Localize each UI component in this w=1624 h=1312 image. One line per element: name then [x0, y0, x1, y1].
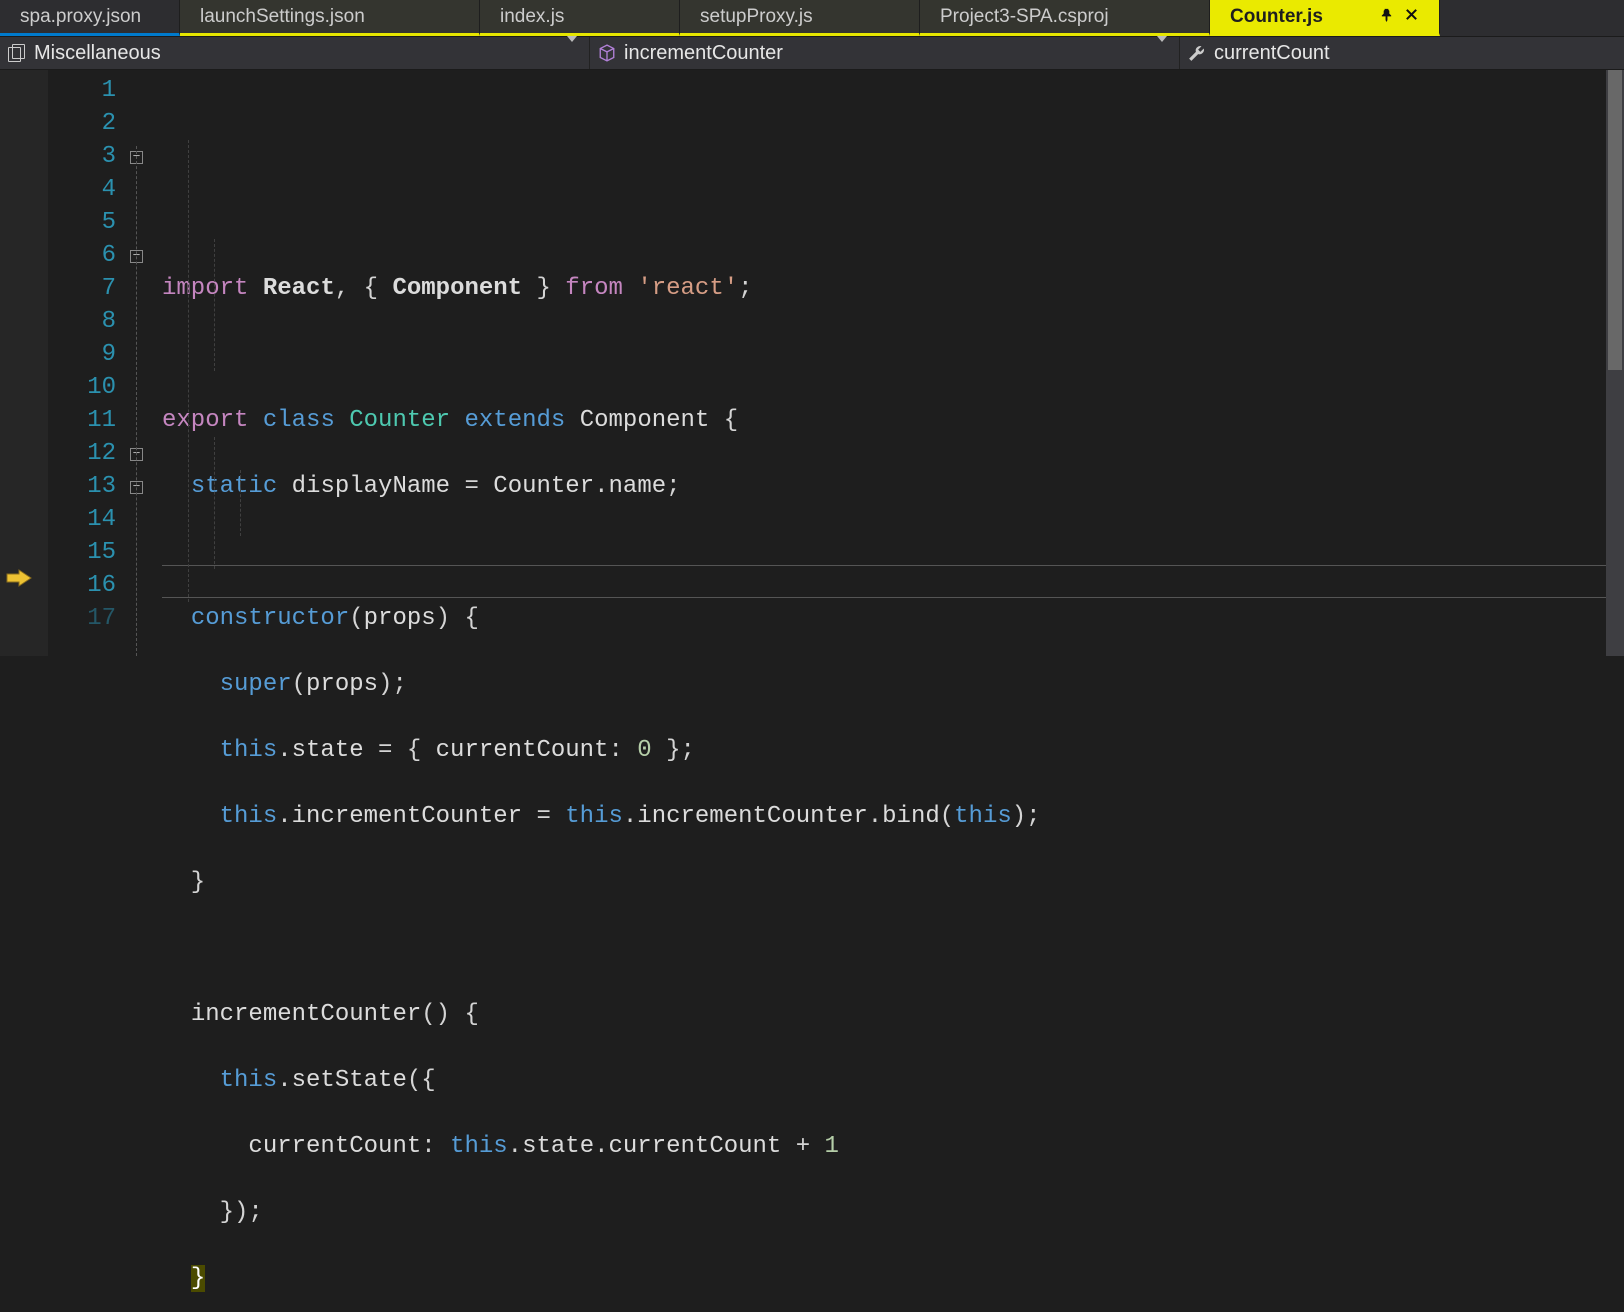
tab-counter-js[interactable]: Counter.js — [1210, 0, 1440, 36]
line-number: 6 — [48, 239, 116, 272]
line-number: 4 — [48, 173, 116, 206]
line-number: 2 — [48, 107, 116, 140]
code-editor[interactable]: 1 2 3 4 5 6 7 8 9 10 11 12 13 14 15 16 1… — [0, 70, 1624, 656]
line-number: 5 — [48, 206, 116, 239]
tab-launch-settings[interactable]: launchSettings.json — [180, 0, 480, 36]
code-line: incrementCounter() { — [162, 998, 1624, 1031]
field-label: currentCount — [1214, 42, 1330, 65]
member-label: incrementCounter — [624, 42, 783, 65]
field-dropdown[interactable]: currentCount — [1180, 37, 1624, 69]
code-line — [162, 338, 1624, 371]
glyph-margin[interactable] — [0, 70, 48, 656]
chevron-down-icon — [567, 36, 577, 64]
line-number: 1 — [48, 74, 116, 107]
code-line: } — [162, 866, 1624, 899]
code-line: import React, { Component } from 'react'… — [162, 272, 1624, 305]
code-line: currentCount: this.state.currentCount + … — [162, 1130, 1624, 1163]
code-line: export class Counter extends Component { — [162, 404, 1624, 437]
tab-bar: spa.proxy.json launchSettings.json index… — [0, 0, 1624, 36]
code-line: }); — [162, 1196, 1624, 1229]
line-number: 15 — [48, 536, 116, 569]
tab-label: spa.proxy.json — [20, 6, 141, 28]
tab-label: launchSettings.json — [200, 6, 365, 28]
code-line: } — [162, 1262, 1624, 1295]
code-line: this.incrementCounter = this.incrementCo… — [162, 800, 1624, 833]
tab-label: setupProxy.js — [700, 6, 813, 28]
files-icon — [8, 44, 26, 62]
wrench-icon — [1188, 44, 1206, 62]
code-line: this.state = { currentCount: 0 }; — [162, 734, 1624, 767]
code-line: static displayName = Counter.name; — [162, 470, 1624, 503]
vertical-scrollbar[interactable] — [1606, 70, 1624, 656]
scrollbar-thumb[interactable] — [1608, 70, 1622, 370]
code-line: super(props); — [162, 668, 1624, 701]
fold-column[interactable]: − − − − — [130, 70, 162, 656]
member-dropdown[interactable]: incrementCounter — [590, 37, 1180, 69]
chevron-down-icon — [1157, 36, 1167, 64]
current-line-highlight — [162, 565, 1624, 598]
line-number: 14 — [48, 503, 116, 536]
tab-label: Counter.js — [1230, 6, 1323, 28]
scope-dropdown[interactable]: Miscellaneous — [0, 37, 590, 69]
scope-label: Miscellaneous — [34, 42, 161, 65]
code-line: constructor(props) { — [162, 602, 1624, 635]
tab-setup-proxy[interactable]: setupProxy.js — [680, 0, 920, 36]
line-number: 3 — [48, 140, 116, 173]
line-number: 7 — [48, 272, 116, 305]
method-icon — [598, 44, 616, 62]
line-number: 8 — [48, 305, 116, 338]
current-statement-arrow[interactable] — [6, 569, 24, 587]
code-line: this.setState({ — [162, 1064, 1624, 1097]
line-numbers: 1 2 3 4 5 6 7 8 9 10 11 12 13 14 15 16 1… — [48, 70, 130, 656]
navigation-bar: Miscellaneous incrementCounter currentCo… — [0, 36, 1624, 70]
close-icon[interactable] — [1404, 6, 1419, 28]
code-area[interactable]: import React, { Component } from 'react'… — [162, 70, 1624, 656]
line-number: 17 — [48, 602, 116, 635]
code-line — [162, 932, 1624, 965]
tab-index-js[interactable]: index.js — [480, 0, 680, 36]
line-number: 10 — [48, 371, 116, 404]
line-number: 13 — [48, 470, 116, 503]
tab-csproj[interactable]: Project3-SPA.csproj — [920, 0, 1210, 36]
tab-label: Project3-SPA.csproj — [940, 6, 1109, 28]
pin-icon[interactable] — [1379, 6, 1394, 28]
line-number: 11 — [48, 404, 116, 437]
line-number: 9 — [48, 338, 116, 371]
tab-spa-proxy[interactable]: spa.proxy.json — [0, 0, 180, 36]
line-number: 12 — [48, 437, 116, 470]
tab-label: index.js — [500, 6, 564, 28]
line-number: 16 — [48, 569, 116, 602]
